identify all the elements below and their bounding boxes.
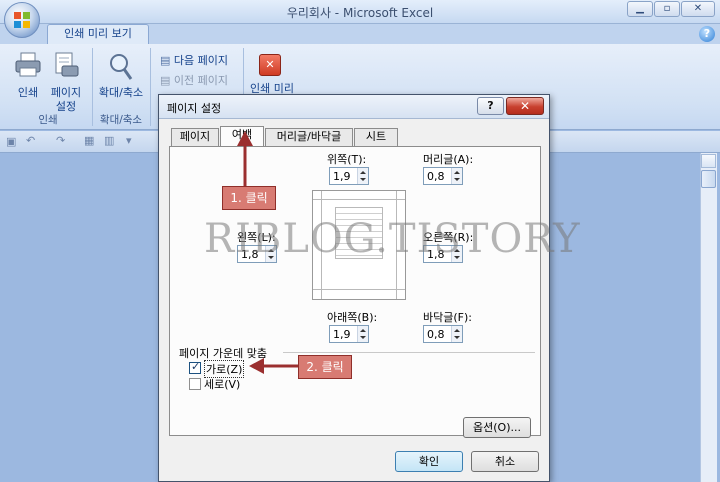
step1-callout: 1. 클릭 [222, 186, 276, 210]
step2-callout: 2. 클릭 [298, 355, 352, 379]
arrow-step1-head [237, 131, 253, 146]
annotation-arrows [237, 131, 298, 374]
arrow-step2-head [249, 358, 264, 374]
